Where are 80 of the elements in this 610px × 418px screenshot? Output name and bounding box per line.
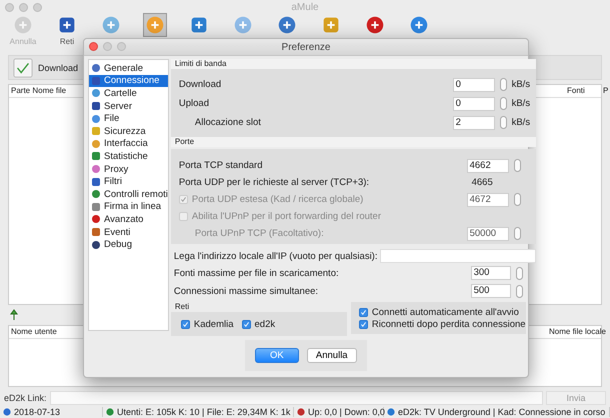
minimize-button[interactable]: [19, 3, 28, 12]
category-item[interactable]: Cartelle: [89, 87, 168, 100]
column-header[interactable]: Nome utente: [11, 327, 57, 336]
category-item[interactable]: Statistiche: [89, 150, 168, 163]
window-title: aMule: [291, 2, 319, 12]
column-header[interactable]: Fonti: [567, 86, 585, 95]
dialog-title: Preferenze: [282, 42, 330, 52]
checkmark-icon[interactable]: [13, 58, 33, 78]
category-item[interactable]: Interfaccia: [89, 138, 168, 150]
category-item[interactable]: Avanzato: [89, 213, 168, 226]
status-text: 2018-07-13: [14, 407, 60, 417]
port-value: 4665: [472, 177, 494, 188]
number-field[interactable]: 0: [452, 78, 495, 92]
checkbox-label: ed2k: [254, 318, 276, 330]
status-text: Up: 0,0 | Down: 0,0: [308, 407, 385, 417]
close-button[interactable]: [89, 42, 98, 51]
checkbox[interactable]: [358, 320, 368, 328]
category-item[interactable]: File: [89, 112, 168, 125]
field-label: Porta TCP standard: [178, 160, 264, 171]
field-label: Upload: [178, 98, 210, 109]
checkbox[interactable]: [242, 320, 250, 328]
category-item[interactable]: Server: [89, 100, 168, 112]
group-title: Reti: [174, 302, 190, 312]
download-label: Download: [38, 62, 78, 72]
status-text: Utenti: E: 105k K: 10 | File: E: 29,34M K: 1k: [117, 407, 290, 417]
category-item[interactable]: Controlli remoti: [89, 188, 168, 201]
unit-label: kB/s: [512, 117, 532, 128]
category-item[interactable]: Connessione: [89, 74, 168, 88]
category-item[interactable]: Filtri: [89, 175, 168, 188]
number-field[interactable]: 2: [452, 116, 495, 130]
checkbox-label: Connetti automaticamente all'avvio: [372, 306, 519, 318]
zoom-button[interactable]: [33, 3, 42, 12]
number-field[interactable]: 4662: [466, 158, 509, 172]
stepper[interactable]: [514, 193, 521, 206]
checkbox-label: Porta UDP estesa (Kad / ricerca globale): [192, 194, 364, 205]
category-item[interactable]: Debug: [89, 238, 168, 251]
checkbox-label: Riconnetti dopo perdita connessione: [372, 318, 526, 330]
checkbox[interactable]: [180, 320, 190, 328]
column-header[interactable]: P: [603, 86, 608, 95]
category-item[interactable]: Generale: [89, 62, 168, 75]
stepper[interactable]: [514, 227, 521, 240]
number-field[interactable]: 500: [470, 284, 511, 298]
unit-label: kB/s: [512, 98, 532, 109]
section-title: Limiti di banda: [170, 59, 536, 69]
category-item[interactable]: Proxy: [89, 162, 168, 176]
minimize-button[interactable]: [103, 42, 112, 51]
section-title: Porte: [170, 137, 536, 147]
checkbox-label: Abilita l'UPnP per il port forwarding del router: [192, 211, 382, 222]
field-label: Allocazione slot: [194, 117, 262, 128]
field-label: Porta UDP per le richieste al server (TCP+3):: [178, 177, 370, 188]
field-label: Download: [178, 79, 222, 90]
category-item[interactable]: Sicurezza: [89, 124, 168, 138]
cancel-button[interactable]: Annulla: [306, 348, 357, 363]
stepper[interactable]: [500, 78, 507, 91]
number-field[interactable]: 300: [470, 266, 511, 280]
field-label: Lega l'indirizzo locale all'IP (vuoto per qualsiasi):: [172, 250, 378, 262]
stepper[interactable]: [500, 97, 507, 110]
checkbox-label: Kademlia: [194, 318, 234, 330]
field-label: Fonti massime per file in scaricamento:: [174, 268, 340, 278]
stepper[interactable]: [516, 266, 523, 280]
field-label: Porta UPnP TCP (Facoltativo):: [194, 228, 325, 239]
stepper[interactable]: [514, 159, 521, 172]
toolbar-button[interactable]: Reti: [48, 14, 86, 50]
field-label: Connessioni massime simultanee:: [174, 286, 320, 296]
ed2k-link-field[interactable]: [50, 391, 543, 405]
checkbox[interactable]: [358, 308, 368, 316]
column-header[interactable]: Parte Nome file: [11, 86, 66, 95]
close-button[interactable]: [5, 3, 14, 12]
status-text: eD2k: TV Underground | Kad: Connessione in corso: [398, 407, 606, 417]
category-item[interactable]: Firma in linea: [89, 200, 168, 214]
unit-label: kB/s: [512, 79, 532, 90]
category-item[interactable]: Eventi: [89, 226, 168, 238]
column-header[interactable]: Nome file locale: [549, 327, 606, 336]
zoom-button[interactable]: [117, 42, 126, 51]
stepper[interactable]: [500, 116, 507, 129]
number-field[interactable]: 0: [452, 96, 495, 110]
ip-field[interactable]: [380, 249, 536, 263]
arrow-icon[interactable]: [8, 309, 20, 321]
stepper[interactable]: [516, 284, 523, 298]
ed2k-link-label: eD2k Link:: [4, 393, 47, 403]
